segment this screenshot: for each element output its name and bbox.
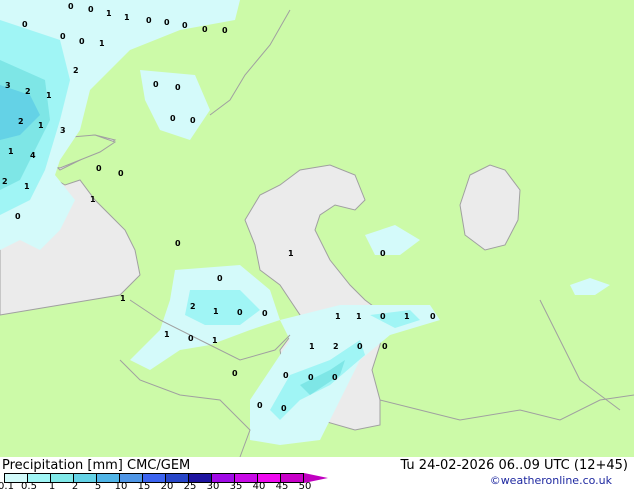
credit-link[interactable]: ©weatheronline.co.uk [490,474,612,487]
colorbar-tick-label: 1 [48,481,56,492]
precip-value-label: 1 [106,9,112,18]
precip-value-label: 2 [2,177,8,186]
precip-value-label: 1 [120,294,126,303]
precip-value-label: 1 [288,249,294,258]
precip-value-label: 1 [38,121,44,130]
precip-value-label: 0 [202,25,208,34]
precip-value-label: 0 [146,16,152,25]
precip-value-label: 0 [262,309,268,318]
precip-value-label: 1 [8,147,14,156]
precip-value-label: 0 [283,371,289,380]
precip-value-label: 0 [15,212,21,221]
precip-value-label: 0 [380,312,386,321]
precip-value-label: 0 [188,334,194,343]
precip-value-label: 1 [404,312,410,321]
precip-value-label: 0 [332,373,338,382]
precip-value-label: 0 [164,18,170,27]
precip-value-label: 0 [60,32,66,41]
precip-value-label: 0 [118,169,124,178]
map-title: Precipitation [mm] CMC/GEM [2,458,191,473]
colorbar-tick-label: 0.1 [0,481,14,492]
precip-value-label: 1 [164,330,170,339]
precip-value-label: 1 [356,312,362,321]
precip-value-label: 1 [212,336,218,345]
colorbar-tick-label: 2 [71,481,79,492]
precip-value-label: 1 [309,342,315,351]
colorbar-tick-label: 0.5 [21,481,37,492]
precip-value-label: 0 [217,274,223,283]
precip-value-label: 3 [5,81,11,90]
precip-value-label: 3 [60,126,66,135]
colorbar-tick-label: 45 [275,481,289,492]
precip-value-label: 0 [232,369,238,378]
precip-value-label: 0 [430,312,436,321]
precip-value-label: 0 [237,308,243,317]
precip-value-label: 2 [190,302,196,311]
precip-value-label: 0 [88,5,94,14]
precip-value-label: 1 [46,91,52,100]
precip-value-label: 0 [257,401,263,410]
precip-value-label: 0 [382,342,388,351]
precip-value-label: 0 [222,26,228,35]
precip-value-label: 0 [68,2,74,11]
precipitation-map[interactable] [0,0,634,457]
valid-datetime: Tu 24-02-2026 06..09 UTC (12+45) [400,458,628,473]
footer: Precipitation [mm] CMC/GEM Tu 24-02-2026… [0,457,634,492]
precip-value-label: 0 [175,239,181,248]
precip-value-label: 0 [153,80,159,89]
precip-value-label: 4 [30,151,36,160]
precip-value-label: 0 [96,164,102,173]
colorbar-tick-label: 10 [114,481,128,492]
precip-value-label: 2 [18,117,24,126]
colorbar-tick-label: 50 [298,481,312,492]
colorbar-tick-label: 30 [206,481,220,492]
precip-value-label: 0 [175,83,181,92]
precip-value-label: 0 [182,21,188,30]
precip-value-label: 0 [380,249,386,258]
precip-value-label: 0 [357,342,363,351]
precip-value-label: 1 [213,307,219,316]
precip-value-label: 1 [24,182,30,191]
colorbar-tick-label: 35 [229,481,243,492]
precip-value-label: 0 [22,20,28,29]
precip-value-label: 2 [73,66,79,75]
colorbar-tick-label: 20 [160,481,174,492]
precip-value-label: 0 [170,114,176,123]
precip-value-label: 1 [90,195,96,204]
colorbar-tick-label: 25 [183,481,197,492]
precip-value-label: 1 [335,312,341,321]
precip-value-label: 1 [124,13,130,22]
precip-value-label: 0 [308,373,314,382]
precip-value-label: 2 [333,342,339,351]
precip-value-label: 2 [25,87,31,96]
colorbar-tick-label: 40 [252,481,266,492]
precip-value-label: 0 [190,116,196,125]
precip-value-label: 0 [281,404,287,413]
precip-value-label: 1 [99,39,105,48]
colorbar-tick-label: 15 [137,481,151,492]
colorbar-tick-label: 5 [94,481,102,492]
precip-value-label: 0 [79,37,85,46]
